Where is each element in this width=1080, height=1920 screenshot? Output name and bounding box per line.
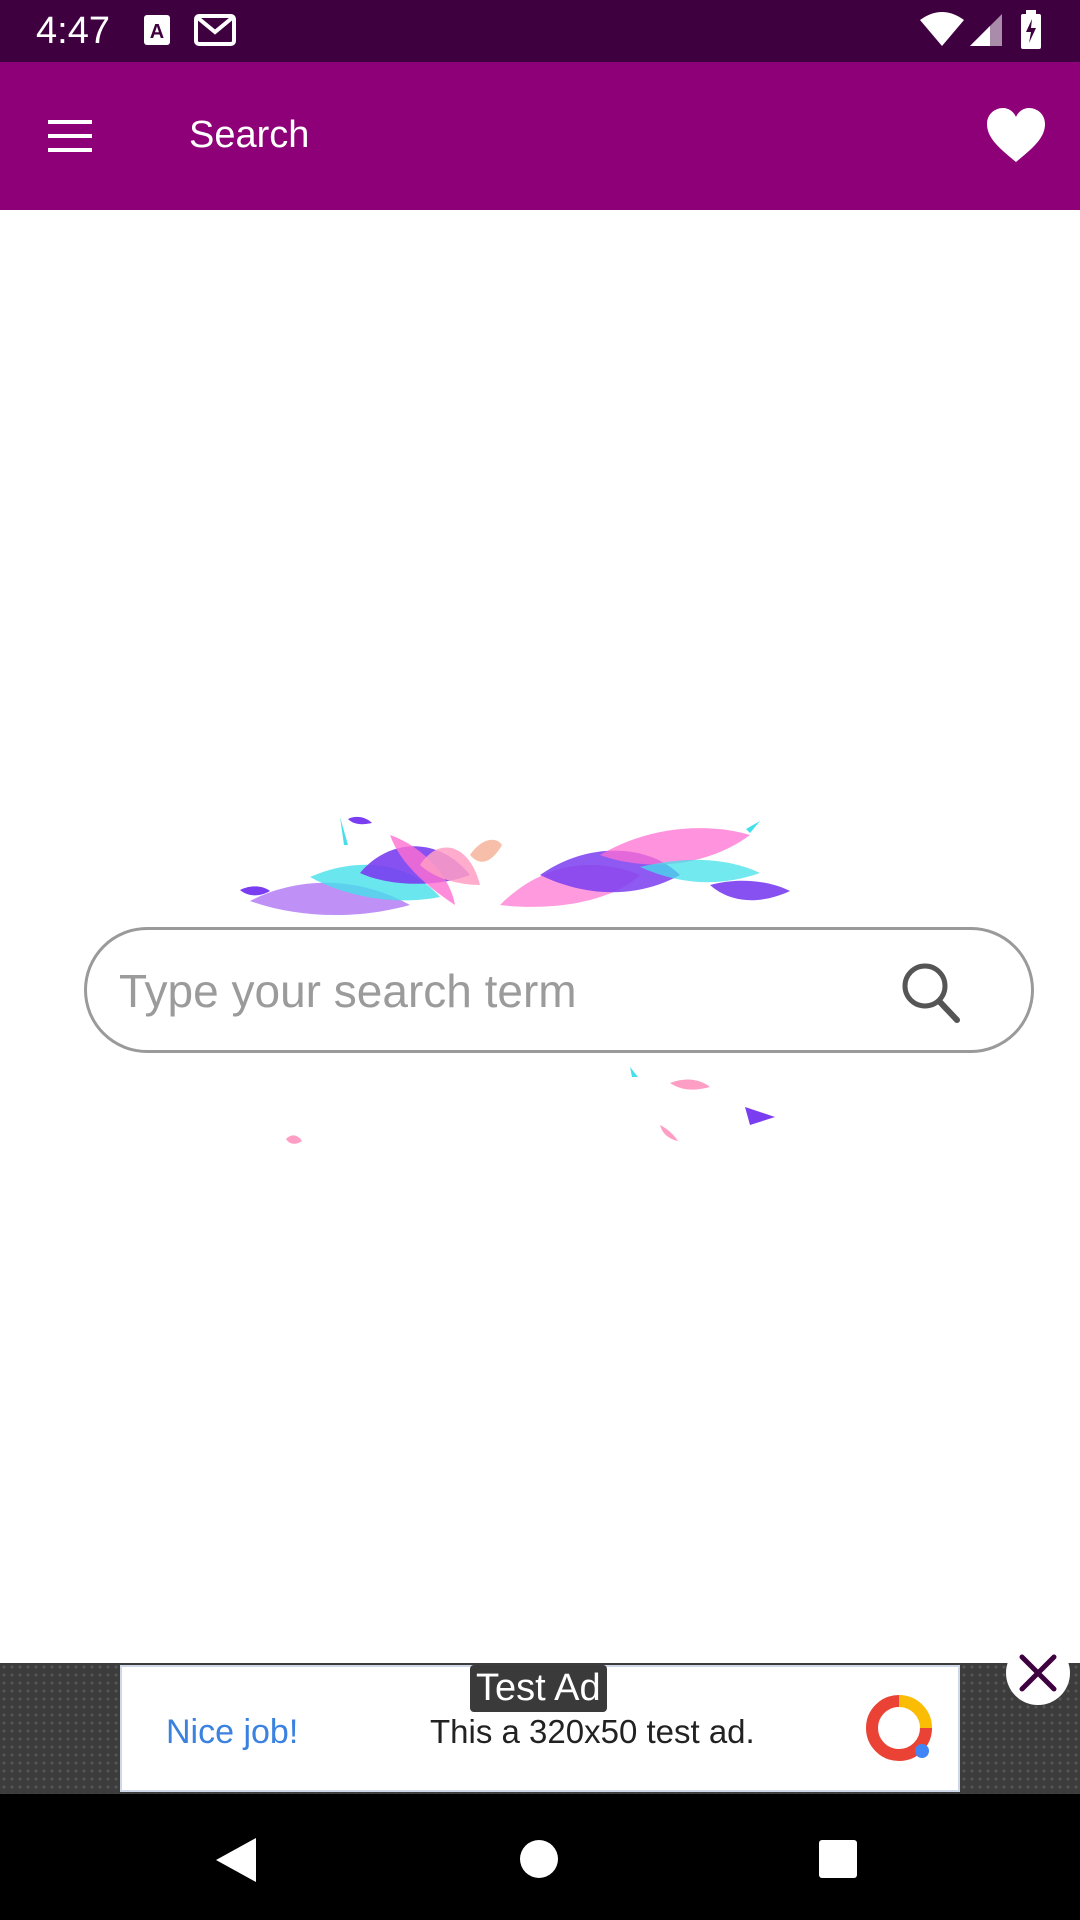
wifi-icon	[920, 12, 964, 53]
status-bar: 4:47 A	[0, 0, 1080, 62]
gmail-icon	[194, 14, 236, 51]
ad-nice-text: Nice job!	[166, 1713, 299, 1751]
status-time: 4:47	[36, 10, 110, 52]
battery-charging-icon	[1020, 10, 1042, 55]
ad-tag: Test Ad	[470, 1665, 607, 1712]
page-title: Search	[189, 114, 310, 156]
cell-signal-icon	[970, 12, 1004, 53]
svg-text:A: A	[150, 21, 164, 43]
a-notification-icon: A	[143, 14, 171, 51]
main-content	[0, 210, 1080, 1663]
home-circle-icon[interactable]	[518, 1838, 560, 1885]
heart-icon[interactable]	[985, 106, 1047, 166]
ad-logo-icon	[866, 1695, 932, 1761]
navigation-bar	[0, 1794, 1080, 1920]
app-bar: Search	[0, 62, 1080, 210]
ad-bar: Nice job! This a 320x50 test ad. Test Ad	[0, 1663, 1080, 1794]
search-input[interactable]	[117, 954, 941, 1028]
search-bar	[84, 927, 1034, 1053]
back-triangle-icon[interactable]	[212, 1836, 258, 1889]
recents-square-icon[interactable]	[818, 1839, 858, 1884]
hamburger-menu-icon[interactable]	[40, 108, 100, 164]
ad-banner[interactable]: Nice job! This a 320x50 test ad. Test Ad	[120, 1665, 960, 1792]
search-icon[interactable]	[899, 960, 963, 1026]
close-icon[interactable]	[1006, 1641, 1070, 1705]
ad-body-text: This a 320x50 test ad.	[430, 1713, 755, 1750]
